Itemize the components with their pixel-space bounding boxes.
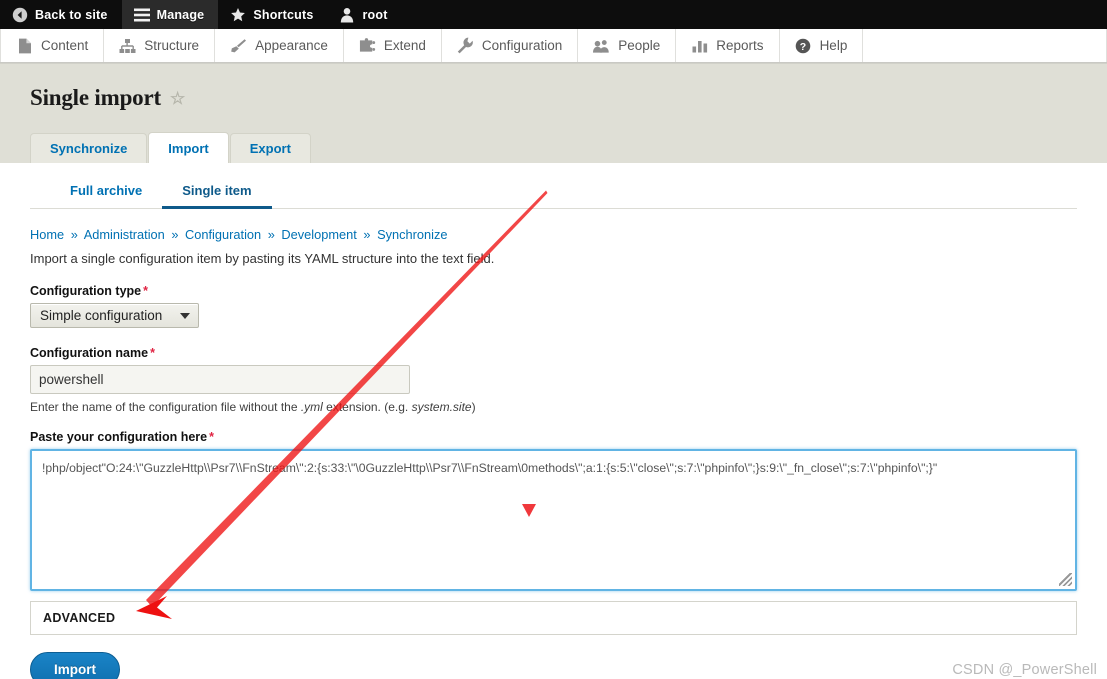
- secondary-tab-full-archive[interactable]: Full archive: [50, 177, 162, 209]
- admin-bar-item-shortcuts[interactable]: Shortcuts: [218, 0, 327, 29]
- paste-configuration-label: Paste your configuration here *: [30, 430, 1077, 444]
- menu-item-appearance[interactable]: Appearance: [215, 29, 344, 62]
- menu-item-label: Structure: [144, 38, 200, 53]
- back-arrow-icon: [12, 7, 28, 23]
- question-mark-icon: ?: [795, 37, 812, 54]
- admin-menu-bar: Content Structure Appearance Extend Conf…: [0, 29, 1107, 63]
- admin-bar-label: Manage: [156, 7, 205, 22]
- breadcrumb-item-development[interactable]: Development: [281, 227, 356, 242]
- admin-bar-item-manage[interactable]: Manage: [121, 0, 219, 29]
- advanced-section-toggle[interactable]: ADVANCED: [30, 601, 1077, 635]
- primary-tab-label: Synchronize: [50, 141, 128, 156]
- bar-chart-icon: [691, 37, 708, 54]
- menu-item-configuration[interactable]: Configuration: [442, 29, 579, 62]
- breadcrumb-item-administration[interactable]: Administration: [84, 227, 165, 242]
- breadcrumb-separator: »: [70, 227, 78, 242]
- configuration-type-value: Simple configuration: [40, 308, 163, 323]
- paste-configuration-wrapper: !php/object"O:24:\"GuzzleHttp\\Psr7\\FnS…: [30, 449, 1077, 591]
- menu-item-label: Appearance: [255, 38, 328, 53]
- hamburger-icon: [133, 7, 150, 23]
- breadcrumb-item-home[interactable]: Home: [30, 227, 64, 242]
- secondary-tab-label: Single item: [182, 183, 252, 198]
- required-marker: *: [209, 430, 214, 444]
- paintbrush-icon: [230, 37, 247, 54]
- help-extension: .yml: [300, 400, 323, 414]
- paste-configuration-textarea[interactable]: !php/object"O:24:\"GuzzleHttp\\Psr7\\FnS…: [30, 449, 1077, 591]
- breadcrumb-item-synchronize[interactable]: Synchronize: [377, 227, 447, 242]
- primary-tab-import[interactable]: Import: [148, 132, 229, 163]
- advanced-label: ADVANCED: [43, 611, 116, 625]
- menu-item-label: Extend: [383, 38, 426, 53]
- breadcrumb-separator: »: [363, 227, 371, 242]
- puzzle-piece-icon: [359, 37, 376, 54]
- import-button[interactable]: Import: [30, 652, 120, 679]
- breadcrumb: Home » Administration » Configuration » …: [30, 227, 1077, 242]
- field-configuration-name: Configuration name* Enter the name of th…: [30, 346, 1077, 414]
- document-icon: [16, 37, 33, 54]
- chevron-down-icon: [180, 312, 191, 319]
- primary-tab-label: Export: [249, 141, 291, 156]
- admin-toolbar: Back to site Manage Shortcuts root: [0, 0, 1107, 29]
- field-configuration-type: Configuration type * Simple configuration: [30, 284, 1077, 328]
- help-mid: extension. (e.g.: [322, 400, 412, 414]
- page-title-text: Single import: [30, 85, 161, 110]
- primary-tab-synchronize[interactable]: Synchronize: [30, 133, 148, 163]
- sitemap-icon: [119, 37, 136, 54]
- primary-tab-label: Import: [168, 141, 209, 156]
- menu-item-label: People: [618, 38, 661, 53]
- configuration-name-input[interactable]: [30, 365, 410, 394]
- admin-bar-label: root: [362, 7, 388, 22]
- admin-bar-label: Back to site: [35, 7, 108, 22]
- import-button-label: Import: [54, 662, 96, 677]
- intro-text: Import a single configuration item by pa…: [30, 251, 495, 266]
- label-text: Paste your configuration here: [30, 430, 208, 444]
- secondary-tabs: Full archive Single item: [30, 177, 1077, 209]
- menu-item-label: Content: [41, 38, 89, 53]
- secondary-tab-single-item[interactable]: Single item: [162, 177, 272, 209]
- page-header-region: Single import ☆ Synchronize Import Expor…: [0, 63, 1107, 163]
- primary-tabs: Synchronize Import Export: [30, 132, 1107, 163]
- star-outline-icon[interactable]: ☆: [170, 90, 185, 107]
- required-marker: *: [143, 284, 148, 298]
- label-text: Configuration name: [30, 346, 149, 360]
- menu-item-label: Configuration: [481, 38, 563, 53]
- menu-item-content[interactable]: Content: [0, 29, 105, 62]
- menu-item-structure[interactable]: Structure: [104, 29, 216, 62]
- star-filled-icon: [230, 7, 246, 23]
- user-icon: [339, 7, 355, 23]
- menu-item-label: Reports: [716, 38, 764, 53]
- menu-bar-filler: [863, 29, 1107, 62]
- page-root: Back to site Manage Shortcuts root Conte…: [0, 0, 1107, 679]
- menu-item-extend[interactable]: Extend: [344, 29, 442, 62]
- configuration-name-help: Enter the name of the configuration file…: [30, 400, 1077, 414]
- help-suffix: ): [471, 400, 476, 414]
- menu-item-people[interactable]: People: [578, 29, 677, 62]
- watermark: CSDN @_PowerShell: [952, 662, 1097, 678]
- breadcrumb-separator: »: [267, 227, 275, 242]
- wrench-icon: [457, 37, 474, 54]
- secondary-tab-label: Full archive: [70, 183, 143, 198]
- help-prefix: Enter the name of the configuration file…: [30, 400, 301, 414]
- configuration-name-label: Configuration name *: [30, 346, 1077, 360]
- admin-bar-item-user[interactable]: root: [327, 0, 401, 29]
- menu-item-label: Help: [819, 38, 848, 53]
- label-text: Configuration type: [30, 284, 142, 298]
- admin-bar-label: Shortcuts: [253, 7, 314, 22]
- required-marker: *: [150, 346, 155, 360]
- menu-item-help[interactable]: ? Help: [780, 29, 864, 62]
- page-title: Single import ☆: [30, 85, 1107, 111]
- people-icon: [593, 37, 610, 54]
- help-example: system.site: [411, 400, 472, 414]
- configuration-type-label: Configuration type *: [30, 284, 1077, 298]
- field-paste-configuration: Paste your configuration here * !php/obje…: [30, 430, 1077, 591]
- breadcrumb-item-configuration[interactable]: Configuration: [185, 227, 261, 242]
- svg-text:?: ?: [800, 41, 806, 53]
- main-content-panel: Full archive Single item Home » Administ…: [0, 163, 1107, 679]
- primary-tab-export[interactable]: Export: [229, 133, 311, 163]
- admin-bar-item-back-to-site[interactable]: Back to site: [0, 0, 122, 29]
- configuration-type-select[interactable]: Simple configuration: [30, 303, 200, 328]
- breadcrumb-separator: »: [171, 227, 179, 242]
- menu-item-reports[interactable]: Reports: [676, 29, 780, 62]
